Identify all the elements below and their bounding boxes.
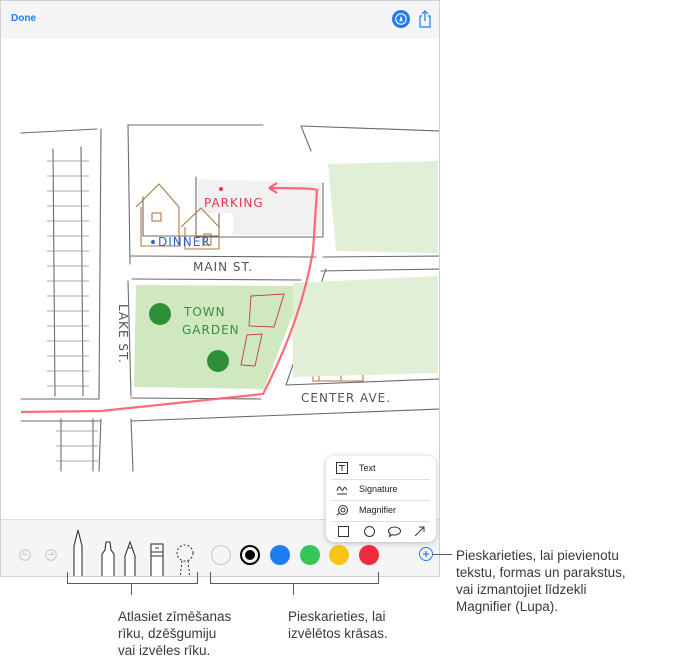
callout-left-line: Atlasiet zīmēšanas bbox=[118, 609, 232, 624]
popup-item-signature[interactable]: Signature bbox=[326, 479, 436, 500]
callout-left-line: vai izvēles rīku. bbox=[118, 643, 211, 658]
signature-icon bbox=[336, 486, 348, 495]
drawing-canvas[interactable]: PARKING DINNER MAIN ST. TOWN GARDEN LAKE… bbox=[1, 39, 439, 519]
town-label: TOWN bbox=[183, 305, 226, 319]
ipad-screen: Done PARKING DINNER MAIN ST. TOWN GARDEN… bbox=[0, 0, 440, 577]
popup-item-text-label: Text bbox=[359, 463, 376, 473]
callout-right-line: tekstu, formas un parakstus, bbox=[456, 565, 626, 580]
popup-item-signature-label: Signature bbox=[359, 484, 398, 494]
garden-label: GARDEN bbox=[182, 323, 240, 337]
callout-right-line: Magnifier (Lupa). bbox=[456, 599, 559, 614]
markup-pen-icon[interactable] bbox=[392, 10, 410, 28]
callout-colors: Pieskarieties, lai izvēlētos krāsas. bbox=[288, 608, 448, 642]
magnifier-icon bbox=[336, 505, 348, 516]
callout-line-left bbox=[131, 583, 132, 595]
share-icon[interactable] bbox=[418, 10, 432, 28]
add-circle-icon[interactable] bbox=[419, 547, 433, 561]
eraser-tool-icon[interactable] bbox=[149, 542, 165, 577]
circle-shape-icon[interactable] bbox=[364, 526, 375, 537]
color-black[interactable] bbox=[240, 545, 260, 565]
add-menu-popup: Text Signature Magnifier bbox=[326, 456, 436, 542]
popup-item-magnifier-label: Magnifier bbox=[359, 505, 397, 515]
color-yellow[interactable] bbox=[329, 545, 349, 565]
callout-line-right bbox=[432, 554, 452, 555]
callout-line-left bbox=[67, 583, 198, 584]
callout-right-line: Pieskarieties, lai pievienotu bbox=[456, 548, 619, 563]
callout-left-line: rīku, dzēšgumiju bbox=[118, 626, 217, 641]
callout-right-line: vai izmantojiet līdzekli bbox=[456, 582, 587, 597]
pencil-tool-icon[interactable] bbox=[122, 540, 138, 577]
callout-line-left bbox=[197, 572, 198, 584]
done-button[interactable]: Done bbox=[11, 13, 36, 24]
color-blue[interactable] bbox=[270, 545, 290, 565]
marker-tool-icon[interactable] bbox=[98, 540, 118, 577]
color-green[interactable] bbox=[300, 545, 320, 565]
lasso-tool-icon[interactable] bbox=[174, 542, 196, 577]
popup-item-text[interactable]: Text bbox=[326, 458, 436, 479]
main-st-label: MAIN ST. bbox=[193, 260, 253, 274]
text-box-icon bbox=[336, 462, 348, 474]
color-white[interactable] bbox=[211, 545, 231, 565]
color-red[interactable] bbox=[359, 545, 379, 565]
popup-item-magnifier[interactable]: Magnifier bbox=[326, 500, 436, 521]
callout-middle-line: izvēlētos krāsas. bbox=[288, 626, 388, 641]
pen-tool-icon[interactable] bbox=[67, 528, 89, 577]
square-shape-icon[interactable] bbox=[338, 526, 349, 537]
map-sketch: PARKING DINNER MAIN ST. TOWN GARDEN LAKE… bbox=[20, 124, 439, 472]
callout-tools: Atlasiet zīmēšanas rīku, dzēšgumiju vai … bbox=[118, 608, 288, 659]
callout-middle-line: Pieskarieties, lai bbox=[288, 609, 386, 624]
callout-line-middle bbox=[378, 572, 379, 584]
callout-line-middle bbox=[293, 583, 294, 595]
shape-row bbox=[326, 522, 436, 542]
parking-label: PARKING bbox=[204, 196, 264, 210]
top-bar: Done bbox=[1, 1, 439, 39]
speech-bubble-shape-icon[interactable] bbox=[388, 526, 401, 537]
callout-line-middle bbox=[210, 583, 379, 584]
undo-icon[interactable] bbox=[19, 549, 31, 561]
callout-add-text: Pieskarieties, lai pievienotu tekstu, fo… bbox=[456, 547, 692, 615]
center-ave-label: CENTER AVE. bbox=[301, 391, 391, 405]
lake-st-label: LAKE ST. bbox=[116, 304, 130, 364]
redo-icon[interactable] bbox=[45, 549, 57, 561]
color-black-fill bbox=[245, 550, 255, 560]
dinner-label: DINNER bbox=[158, 235, 211, 249]
arrow-shape-icon[interactable] bbox=[414, 526, 425, 537]
